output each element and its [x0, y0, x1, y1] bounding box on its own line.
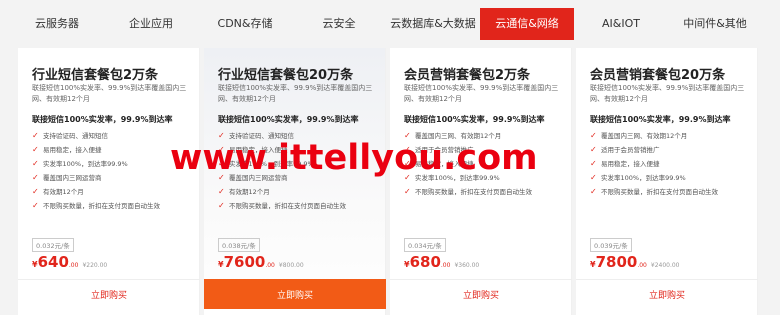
- category-tabs: 云服务器 企业应用 CDN&存储 云安全 云数据库&大数据 云通信&网络 AI&…: [0, 8, 780, 40]
- check-icon: ✓: [404, 145, 411, 154]
- feature-item: ✓ 支持验证码、通知短信: [32, 129, 160, 143]
- check-icon: ✓: [32, 173, 39, 182]
- card-title: 会员营销套餐包2万条: [404, 68, 531, 83]
- tab-cloud-server[interactable]: 云服务器: [10, 8, 104, 40]
- price-decimal: .00: [265, 262, 275, 269]
- card-description: 联接短信100%实发率、99.9%到达率覆盖国内三网、有效期12个月: [32, 84, 187, 103]
- price-decimal: .00: [637, 262, 647, 269]
- feature-item: ✓ 覆盖国内三网、有效期12个月: [404, 129, 532, 143]
- card-subtitle: 联接短信100%实发率，99.9%到达率: [590, 115, 731, 124]
- price-value: 680: [409, 253, 441, 271]
- tab-database-bigdata[interactable]: 云数据库&大数据: [386, 8, 480, 40]
- unit-price-badge: 0.034元/条: [404, 238, 446, 252]
- check-icon: ✓: [32, 187, 39, 196]
- price-value: 640: [37, 253, 69, 271]
- price-row: ¥ 7600 .00 ¥800.00: [218, 253, 304, 271]
- check-icon: ✓: [404, 159, 411, 168]
- buy-now-button[interactable]: 立即购买: [18, 279, 200, 309]
- original-price: ¥220.00: [82, 262, 108, 269]
- feature-item: ✓ 实发率100%，到达率99.9%: [404, 171, 532, 185]
- check-icon: ✓: [32, 145, 39, 154]
- card-description: 联接短信100%实发率、99.9%到达率覆盖国内三网、有效期12个月: [404, 84, 559, 103]
- buy-now-button[interactable]: 立即购买: [576, 279, 758, 309]
- card-subtitle: 联接短信100%实发率，99.9%到达率: [404, 115, 545, 124]
- unit-price-badge: 0.038元/条: [218, 238, 260, 252]
- check-icon: ✓: [404, 187, 411, 196]
- feature-list: ✓ 覆盖国内三网、有效期12个月 ✓ 适用于会员营销推广 ✓ 易用稳定，接入便捷 ✓ 实…: [590, 129, 718, 199]
- tab-ai-iot[interactable]: AI&IOT: [574, 8, 668, 40]
- tab-enterprise-apps[interactable]: 企业应用: [104, 8, 198, 40]
- product-card: 行业短信套餐包2万条 联接短信100%实发率、99.9%到达率覆盖国内三网、有效…: [18, 48, 200, 315]
- price-value: 7600: [223, 253, 266, 271]
- feature-item: ✓ 适用于会员营销推广: [590, 143, 718, 157]
- card-title: 会员营销套餐包20万条: [590, 68, 726, 83]
- price-row: ¥ 640 .00 ¥220.00: [32, 253, 107, 271]
- buy-now-button[interactable]: 立即购买: [204, 279, 386, 309]
- feature-list: ✓ 支持验证码、通知短信 ✓ 易用稳定，接入便捷 ✓ 实发率100%，到达率99.9%…: [218, 129, 346, 213]
- check-icon: ✓: [590, 173, 597, 182]
- check-icon: ✓: [590, 159, 597, 168]
- check-icon: ✓: [404, 173, 411, 182]
- price-row: ¥ 7800 .00 ¥2400.00: [590, 253, 680, 271]
- card-title: 行业短信套餐包20万条: [218, 68, 354, 83]
- product-card: 会员营销套餐包20万条 联接短信100%实发率、99.9%到达率覆盖国内三网、有…: [576, 48, 758, 315]
- card-description: 联接短信100%实发率、99.9%到达率覆盖国内三网、有效期12个月: [590, 84, 745, 103]
- tab-cloud-security[interactable]: 云安全: [292, 8, 386, 40]
- card-title: 行业短信套餐包2万条: [32, 68, 159, 83]
- original-price: ¥2400.00: [650, 262, 680, 269]
- feature-item: ✓ 实发率100%，到达率99.9%: [590, 171, 718, 185]
- tab-middleware-other[interactable]: 中间件&其他: [668, 8, 762, 40]
- feature-item: ✓ 易用稳定，接入便捷: [218, 143, 346, 157]
- feature-item: ✓ 覆盖国内三网、有效期12个月: [590, 129, 718, 143]
- feature-item: ✓ 不限购买数量，折扣在支付页面自动生效: [404, 185, 532, 199]
- buy-now-button[interactable]: 立即购买: [390, 279, 572, 309]
- feature-item: ✓ 实发率100%，到达率99.9%: [218, 157, 346, 171]
- check-icon: ✓: [218, 201, 225, 210]
- feature-item: ✓ 实发率100%，到达率99.9%: [32, 157, 160, 171]
- card-subtitle: 联接短信100%实发率，99.9%到达率: [218, 115, 359, 124]
- price-row: ¥ 680 .00 ¥360.00: [404, 253, 479, 271]
- price-decimal: .00: [440, 262, 451, 269]
- product-card: 会员营销套餐包2万条 联接短信100%实发率、99.9%到达率覆盖国内三网、有效…: [390, 48, 572, 315]
- feature-item: ✓ 适用于会员营销推广: [404, 143, 532, 157]
- check-icon: ✓: [218, 159, 225, 168]
- feature-item: ✓ 不限购买数量，折扣在支付页面自动生效: [32, 199, 160, 213]
- tab-cdn-storage[interactable]: CDN&存储: [198, 8, 292, 40]
- check-icon: ✓: [218, 173, 225, 182]
- card-subtitle: 联接短信100%实发率，99.9%到达率: [32, 115, 173, 124]
- price-value: 7800: [595, 253, 638, 271]
- feature-item: ✓ 支持验证码、通知短信: [218, 129, 346, 143]
- check-icon: ✓: [218, 187, 225, 196]
- feature-item: ✓ 覆盖国内三网运营商: [32, 171, 160, 185]
- check-icon: ✓: [590, 131, 597, 140]
- original-price: ¥800.00: [278, 262, 304, 269]
- check-icon: ✓: [218, 131, 225, 140]
- feature-list: ✓ 覆盖国内三网、有效期12个月 ✓ 适用于会员营销推广 ✓ 易用稳定，接入便捷 ✓ 实…: [404, 129, 532, 199]
- check-icon: ✓: [218, 145, 225, 154]
- feature-item: ✓ 易用稳定，接入便捷: [404, 157, 532, 171]
- check-icon: ✓: [590, 187, 597, 196]
- feature-item: ✓ 易用稳定，接入便捷: [32, 143, 160, 157]
- tab-communication-network[interactable]: 云通信&网络: [480, 8, 574, 40]
- feature-item: ✓ 有效期12个月: [218, 185, 346, 199]
- original-price: ¥360.00: [454, 262, 480, 269]
- unit-price-badge: 0.039元/条: [590, 238, 632, 252]
- check-icon: ✓: [590, 145, 597, 154]
- check-icon: ✓: [32, 131, 39, 140]
- check-icon: ✓: [32, 159, 39, 168]
- feature-item: ✓ 不限购买数量，折扣在支付页面自动生效: [590, 185, 718, 199]
- feature-item: ✓ 有效期12个月: [32, 185, 160, 199]
- check-icon: ✓: [404, 131, 411, 140]
- card-description: 联接短信100%实发率、99.9%到达率覆盖国内三网、有效期12个月: [218, 84, 373, 103]
- feature-item: ✓ 不限购买数量，折扣在支付页面自动生效: [218, 199, 346, 213]
- price-decimal: .00: [68, 262, 79, 269]
- unit-price-badge: 0.032元/条: [32, 238, 74, 252]
- feature-item: ✓ 易用稳定，接入便捷: [590, 157, 718, 171]
- feature-list: ✓ 支持验证码、通知短信 ✓ 易用稳定，接入便捷 ✓ 实发率100%，到达率99.9%…: [32, 129, 160, 213]
- product-card: 行业短信套餐包20万条 联接短信100%实发率、99.9%到达率覆盖国内三网、有…: [204, 48, 386, 315]
- feature-item: ✓ 覆盖国内三网运营商: [218, 171, 346, 185]
- product-cards: 行业短信套餐包2万条 联接短信100%实发率、99.9%到达率覆盖国内三网、有效…: [18, 48, 778, 315]
- check-icon: ✓: [32, 201, 39, 210]
